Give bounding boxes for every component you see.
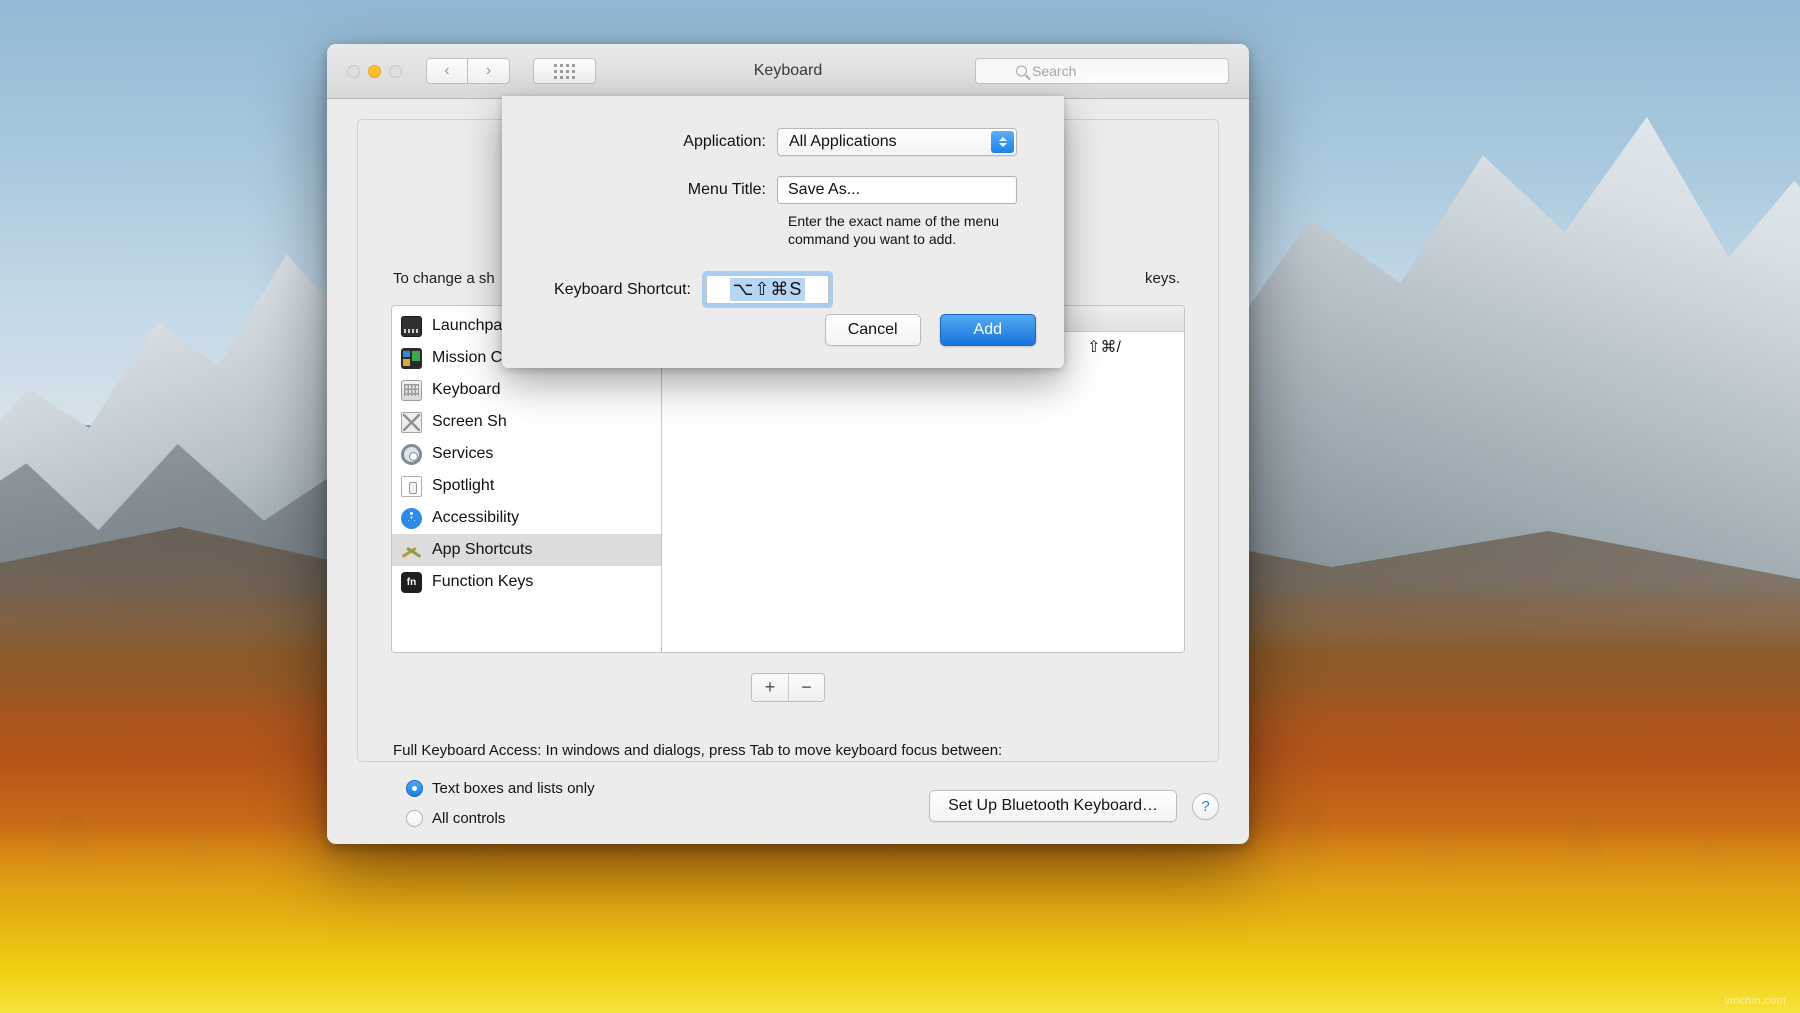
keyboard-icon [401, 380, 422, 401]
category-label: Launchpad [432, 317, 511, 335]
radio-label: All controls [432, 810, 505, 827]
show-all-button[interactable] [533, 58, 596, 84]
zoom-button[interactable] [389, 65, 402, 78]
category-label: Screen Sh [432, 413, 507, 431]
keyboard-shortcut-label: Keyboard Shortcut: [502, 281, 702, 299]
accessibility-icon [401, 508, 422, 529]
search-icon [1016, 66, 1027, 77]
keyboard-shortcut-value: ⌥⇧⌘S [730, 278, 806, 301]
screenshot-icon [401, 412, 422, 433]
remove-shortcut-button[interactable]: − [788, 674, 824, 701]
cancel-button[interactable]: Cancel [825, 314, 921, 346]
category-label: Function Keys [432, 573, 533, 591]
spotlight-icon [401, 476, 422, 497]
category-label: Accessibility [432, 509, 519, 527]
mission-control-icon [401, 348, 422, 369]
panel-hint-text: To change a sh [393, 270, 495, 287]
sidebar-item-screen-shots[interactable]: Screen Sh [392, 406, 661, 438]
function-keys-icon: fn [401, 572, 422, 593]
add-shortcut-button[interactable]: + [752, 674, 788, 701]
application-select[interactable]: All Applications [777, 128, 1017, 156]
menu-title-helper-text: Enter the exact name of the menu command… [788, 212, 1038, 249]
traffic-lights [347, 65, 402, 78]
sidebar-item-app-shortcuts[interactable]: App Shortcuts [392, 534, 661, 566]
sidebar-item-spotlight[interactable]: Spotlight [392, 470, 661, 502]
help-button[interactable]: ? [1192, 793, 1219, 820]
category-label: Mission C [432, 349, 502, 367]
launchpad-icon [401, 316, 422, 337]
keyboard-shortcut-focus-ring: ⌥⇧⌘S [702, 271, 833, 308]
back-button[interactable]: ‹ [426, 58, 468, 84]
setup-bluetooth-keyboard-button[interactable]: Set Up Bluetooth Keyboard… [929, 790, 1177, 822]
chevron-updown-icon [991, 131, 1014, 153]
sidebar-item-function-keys[interactable]: fn Function Keys [392, 566, 661, 598]
category-label: Services [432, 445, 493, 463]
close-button[interactable] [347, 65, 360, 78]
nav-buttons: ‹ › [426, 58, 510, 84]
menu-title-row: Menu Title: Save As... [502, 176, 1064, 204]
panel-hint-tail: keys. [1145, 270, 1180, 287]
full-keyboard-access-label: Full Keyboard Access: In windows and dia… [393, 742, 1002, 759]
application-value: All Applications [789, 133, 897, 151]
sidebar-item-accessibility[interactable]: Accessibility [392, 502, 661, 534]
add-app-shortcut-sheet: Application: All Applications Menu Title… [502, 96, 1064, 368]
menu-title-label: Menu Title: [502, 181, 777, 199]
category-label: Keyboard [432, 381, 501, 399]
search-placeholder: Search [1032, 63, 1076, 79]
minimize-button[interactable] [368, 65, 381, 78]
app-shortcuts-icon [401, 540, 422, 561]
category-label: Spotlight [432, 477, 494, 495]
category-label: App Shortcuts [432, 541, 533, 559]
application-row: Application: All Applications [502, 128, 1064, 156]
add-remove-group: + − [751, 673, 825, 702]
grid-icon [554, 64, 575, 79]
window-toolbar: ‹ › Keyboard Search [327, 44, 1249, 99]
sidebar-item-keyboard[interactable]: Keyboard [392, 374, 661, 406]
sidebar-item-services[interactable]: Services [392, 438, 661, 470]
keyboard-shortcut-input[interactable]: ⌥⇧⌘S [706, 275, 829, 304]
services-gear-icon [401, 444, 422, 465]
wallpaper-foliage-front [0, 823, 1800, 1013]
menu-title-value: Save As... [788, 181, 860, 199]
menu-title-input[interactable]: Save As... [777, 176, 1017, 204]
radio-all-controls[interactable]: All controls [406, 810, 505, 827]
forward-button[interactable]: › [468, 58, 510, 84]
keyboard-preferences-window: ‹ › Keyboard Search To change a sh keys. [327, 44, 1249, 844]
add-button[interactable]: Add [940, 314, 1036, 346]
watermark: vinchin.com [1725, 995, 1786, 1007]
application-label: Application: [502, 133, 777, 151]
window-footer: Set Up Bluetooth Keyboard… ? [929, 790, 1219, 822]
radio-button[interactable] [406, 810, 423, 827]
search-field[interactable]: Search [975, 58, 1229, 84]
keyboard-shortcut-row: Keyboard Shortcut: ⌥⇧⌘S [502, 271, 1064, 308]
radio-label: Text boxes and lists only [432, 780, 595, 797]
sheet-buttons: Cancel Add [825, 314, 1036, 346]
radio-button-selected[interactable] [406, 780, 423, 797]
radio-text-boxes-and-lists[interactable]: Text boxes and lists only [406, 780, 595, 797]
